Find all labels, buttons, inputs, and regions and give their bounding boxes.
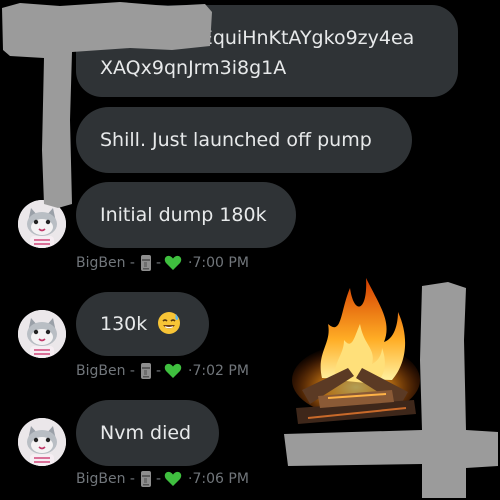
sender-name: BigBen - [76,363,135,379]
cat-avatar-icon [18,310,66,358]
sender-name: BigBen - [76,255,135,271]
message-bubble-130k[interactable]: 130k [76,292,209,356]
cat-avatar-icon [18,418,66,466]
chat-screen: 4qjYK11KoEquiHnKtAYgko9zy4ea XAQx9qnJrm3… [0,0,500,500]
moai-icon [140,363,151,379]
moai-icon [140,471,151,487]
redaction-overlay-top-left [2,2,212,208]
avatar[interactable] [18,310,66,358]
message-text: Nvm died [100,422,192,444]
message-meta: BigBen - - ·7:02 PM [76,361,249,381]
message-bubble-nvm-died[interactable]: Nvm died [76,400,219,466]
green-heart-icon [164,255,182,270]
redaction-overlay-bottom-right [284,282,498,498]
separator-dash: - [155,471,162,487]
message-meta: BigBen - - ·7:00 PM [76,253,249,273]
message-meta: BigBen - - ·7:06 PM [76,469,249,489]
green-heart-icon [164,363,182,378]
message-text-value: 130k [100,313,148,335]
message-text: 130k [100,311,181,337]
separator-dash: - [155,255,162,271]
avatar[interactable] [18,418,66,466]
timestamp: ·7:02 PM [188,363,249,379]
sender-name: BigBen - [76,471,135,487]
sweat-smile-emoji [158,312,181,334]
separator-dash: - [155,363,162,379]
green-heart-icon [164,471,182,486]
timestamp: ·7:06 PM [188,471,249,487]
timestamp: ·7:00 PM [188,255,249,271]
moai-icon [140,255,151,271]
